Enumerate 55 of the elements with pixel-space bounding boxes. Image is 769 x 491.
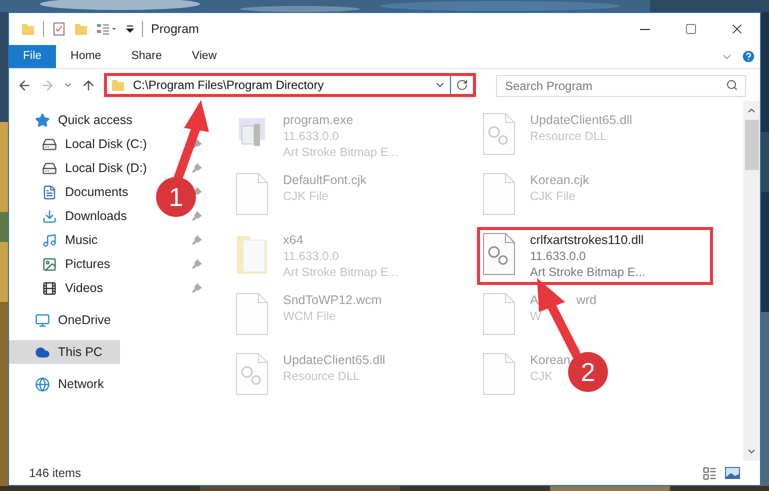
- navigation-item[interactable]: Music: [9, 228, 102, 252]
- file-detail: W: [530, 308, 542, 324]
- navigation-label: Videos: [65, 280, 103, 297]
- address-bar[interactable]: C:\Program Files\Program Directory: [104, 73, 476, 97]
- navigation-item[interactable]: Local Disk (C:): [9, 132, 151, 156]
- navigation-label: Local Disk (C:): [65, 136, 147, 153]
- navigation-label: Documents: [65, 184, 128, 201]
- file-detail: 11.633.0.0: [283, 248, 340, 264]
- navigation-item[interactable]: Pictures: [9, 252, 114, 276]
- file-name: A: [530, 292, 538, 308]
- ribbon-tab[interactable]: View: [176, 45, 232, 68]
- ribbon-tab[interactable]: Share: [116, 45, 177, 68]
- navigation-item[interactable]: Quick access: [9, 108, 136, 132]
- file-detail: 11.633.0.0: [283, 128, 340, 144]
- file-detail: Resource DLL: [283, 368, 361, 384]
- file-detail: Art Stroke Bitmap E...: [283, 264, 398, 280]
- file-name: Korean.cjk: [530, 172, 590, 188]
- file-name: crlfxartstrokes110.dll: [530, 232, 644, 248]
- file-detail: CJK File: [283, 188, 330, 204]
- window-title: Program: [151, 20, 199, 38]
- address-path: C:\Program Files\Program Directory: [133, 77, 325, 94]
- navigation-label: Quick access: [58, 112, 132, 129]
- navigation-item[interactable]: Documents: [9, 180, 132, 204]
- file-detail: CJK File: [530, 188, 576, 204]
- file-detail: Art Stroke Bitmap E...: [283, 144, 398, 160]
- navigation-label: Local Disk (D:): [65, 160, 147, 177]
- file-name: SndToWP12.wcm: [283, 292, 382, 308]
- navigation-item[interactable]: This PC: [9, 340, 120, 364]
- navigation-item[interactable]: Videos: [9, 276, 107, 300]
- navigation-label: Network: [58, 376, 104, 393]
- navigation-label: This PC: [58, 344, 102, 361]
- navigation-item[interactable]: Network: [9, 372, 108, 396]
- navigation-item[interactable]: Downloads: [9, 204, 131, 228]
- navigation-label: Music: [65, 232, 98, 249]
- navigation-label: Downloads: [65, 208, 127, 225]
- file-detail: WCM File: [283, 308, 337, 324]
- file-name-end: wrd: [576, 292, 596, 308]
- file-name: UpdateClient65.dll: [530, 112, 632, 128]
- file-detail: Art Stroke Bitmap E...: [530, 264, 646, 280]
- navigation-label: Pictures: [65, 256, 110, 273]
- file-item[interactable]: crlfxartstrokes110.dll 11.633.0.0 Art Stroke Bitmap E...: [477, 227, 713, 285]
- file-name: UpdateClient65.dll: [283, 352, 386, 368]
- navigation-label: OneDrive: [58, 312, 111, 329]
- navigation-item[interactable]: OneDrive: [9, 308, 115, 332]
- file-name: x64: [283, 232, 304, 248]
- search-field[interactable]: Search Program: [496, 75, 746, 97]
- file-detail: 11.633.0.0: [530, 248, 587, 264]
- file-name: Korean: [530, 352, 570, 368]
- file-name: DefaultFont.cjk: [283, 172, 366, 188]
- file-detail: CJK: [530, 368, 554, 384]
- item-count: 146 items: [29, 465, 82, 482]
- file-name: program.exe: [283, 112, 354, 128]
- file-detail: Resource DLL: [530, 128, 608, 144]
- ribbon-tab[interactable]: Home: [56, 45, 116, 68]
- navigation-item[interactable]: Local Disk (D:): [9, 156, 151, 180]
